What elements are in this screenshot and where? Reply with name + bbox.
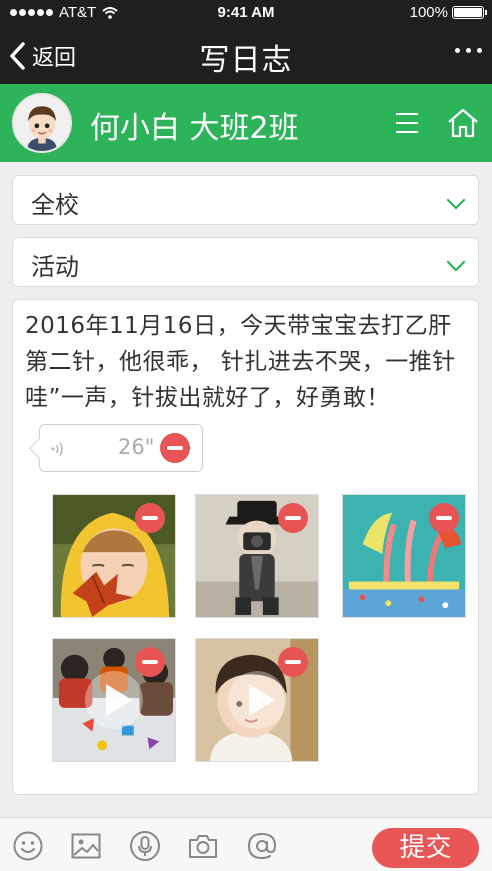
sound-wave-icon xyxy=(51,442,63,456)
battery-icon xyxy=(452,6,487,19)
page-title: 写日志 xyxy=(199,43,293,78)
media-thumbnail-1[interactable] xyxy=(52,494,176,618)
media-thumbnail-2[interactable] xyxy=(195,494,319,618)
bottom-toolbar: 提交 xyxy=(0,817,492,871)
media-thumbnail-4[interactable] xyxy=(52,638,176,762)
profile-name: 何小白 大班2班 xyxy=(90,111,299,146)
camera-icon[interactable] xyxy=(187,830,219,862)
avatar[interactable] xyxy=(12,93,72,153)
media-thumbnail-5[interactable] xyxy=(195,638,319,762)
profile-bar: 何小白 大班2班 xyxy=(0,84,492,162)
battery-percent: 100% xyxy=(409,4,448,21)
at-icon[interactable] xyxy=(246,830,278,862)
more-options-button[interactable] xyxy=(455,48,482,53)
microphone-icon[interactable] xyxy=(129,830,161,862)
scope-select-value: 全校 xyxy=(31,191,79,219)
category-select-value: 活动 xyxy=(31,253,79,281)
submit-button[interactable]: 提交 xyxy=(372,828,479,868)
remove-media-button[interactable] xyxy=(278,503,308,533)
category-select[interactable]: 活动 xyxy=(12,237,479,287)
remove-media-button[interactable] xyxy=(135,503,165,533)
play-icon[interactable] xyxy=(228,671,286,729)
remove-media-button[interactable] xyxy=(429,503,459,533)
play-icon[interactable] xyxy=(85,671,143,729)
chevron-down-icon xyxy=(446,198,466,210)
remove-media-button[interactable] xyxy=(278,647,308,677)
menu-icon[interactable] xyxy=(394,110,420,136)
home-icon[interactable] xyxy=(446,106,480,140)
media-thumbnail-3[interactable] xyxy=(342,494,466,618)
status-bar: AT&T 9:41 AM 100% xyxy=(0,0,492,26)
remove-media-button[interactable] xyxy=(135,647,165,677)
voice-message[interactable]: 26" xyxy=(39,424,203,472)
voice-duration: 26" xyxy=(118,435,155,459)
diary-editor: 2016年11月16日，今天带宝宝去打乙肝第二针，他很乖， 针扎进去不哭，一推针… xyxy=(12,299,479,795)
diary-text[interactable]: 2016年11月16日，今天带宝宝去打乙肝第二针，他很乖， 针扎进去不哭，一推针… xyxy=(25,308,471,416)
battery-group: 100% xyxy=(409,4,487,21)
remove-voice-button[interactable] xyxy=(160,433,190,463)
scope-select[interactable]: 全校 xyxy=(12,175,479,225)
image-icon[interactable] xyxy=(70,830,102,862)
chevron-down-icon xyxy=(446,260,466,272)
navigation-bar: 返回 写日志 xyxy=(0,26,492,84)
emoji-icon[interactable] xyxy=(12,830,44,862)
child-avatar-icon xyxy=(14,95,70,151)
